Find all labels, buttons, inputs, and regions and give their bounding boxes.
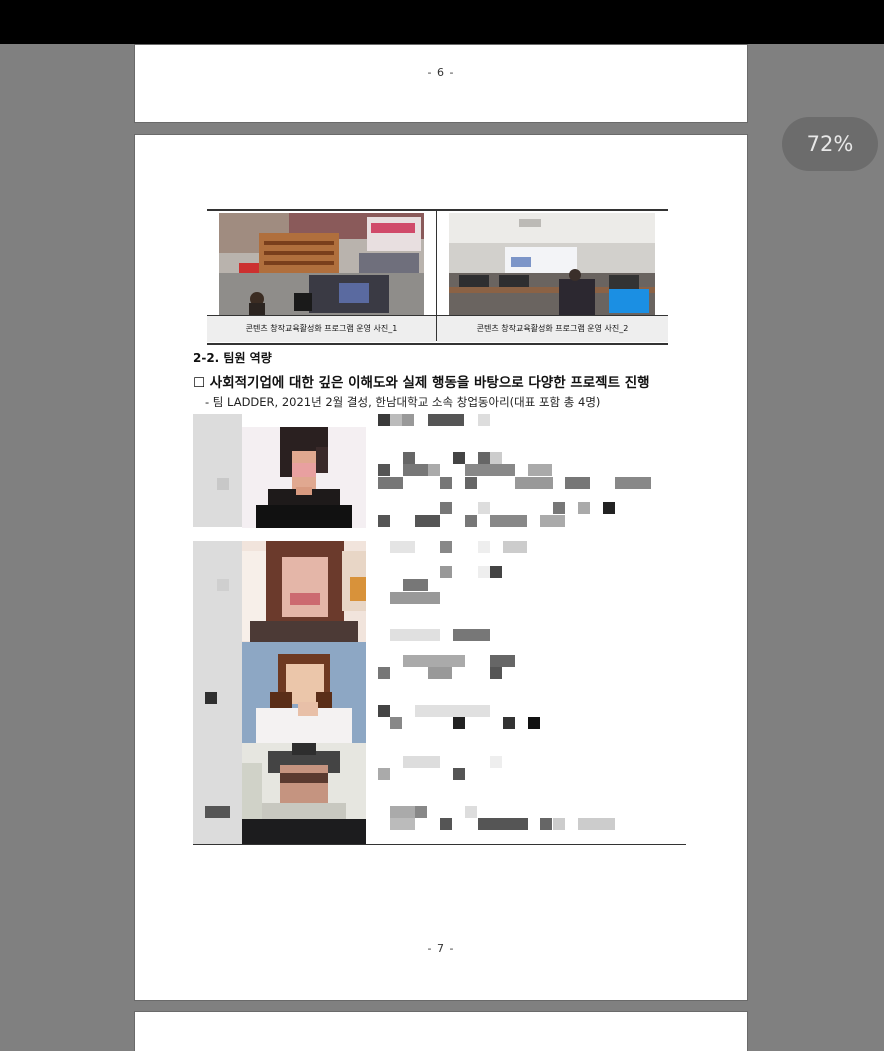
photo-table: 콘텐츠 창작교육활성화 프로그램 운영 사진_1 콘텐츠 창작교육활성화 프로그… [207,209,668,345]
team-member-table [193,413,686,845]
photo-caption-1: 콘텐츠 창작교육활성화 프로그램 운영 사진_1 [207,315,436,342]
photo-cell-1: 콘텐츠 창작교육활성화 프로그램 운영 사진_1 [207,211,437,342]
member-portrait-2 [242,541,366,642]
event-photo-1 [219,213,424,315]
event-photo-2 [449,213,655,315]
page-number: - 6 - [427,66,455,79]
team-description: - 팀 LADDER, 2021년 2월 결성, 한남대학교 소속 창업동아리(… [205,395,601,409]
table-bottom-border [193,844,686,845]
top-toolbar [0,0,884,44]
zoom-level-badge[interactable]: 72% [782,117,878,171]
member-portrait-3 [242,642,366,743]
photo-caption-2: 콘텐츠 창작교육활성화 프로그램 운영 사진_2 [437,315,668,342]
document-page-6: - 6 - [134,44,748,123]
document-page-7: 콘텐츠 창작교육활성화 프로그램 운영 사진_1 콘텐츠 창작교육활성화 프로그… [134,134,748,1001]
photo-cell-2: 콘텐츠 창작교육활성화 프로그램 운영 사진_2 [437,211,668,342]
role-cell [193,414,242,527]
page-number: - 7 - [427,942,455,955]
section-heading: ☐ 사회적기업에 대한 깊은 이해도와 실제 행동을 바탕으로 다양한 프로젝트… [193,375,650,391]
member-portrait-4 [242,743,366,844]
document-page-8 [134,1011,748,1051]
role-cell [193,541,242,845]
member-details-redacted [378,413,678,833]
section-title: 2-2. 팀원 역량 [193,351,272,365]
member-portrait-1 [242,427,366,528]
